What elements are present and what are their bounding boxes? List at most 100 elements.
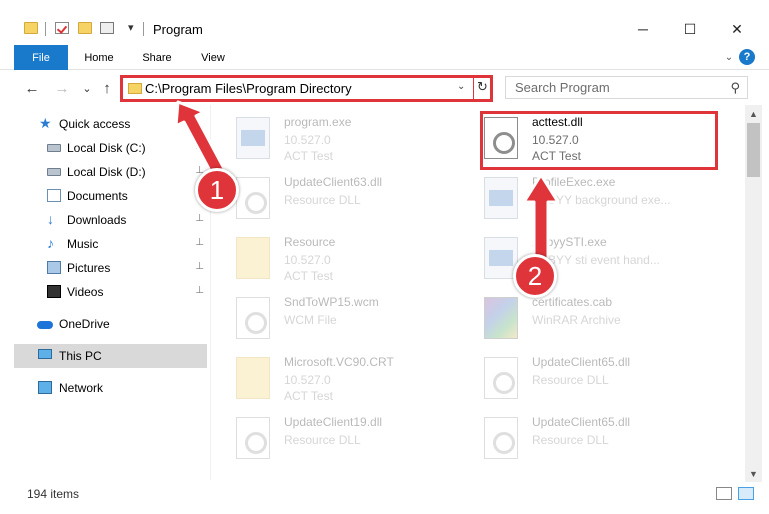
file-tile[interactable]: Microsoft.VC90.CRT 10.527.0 ACT Test (236, 353, 466, 409)
scroll-thumb[interactable] (747, 123, 760, 177)
exe-icon (236, 117, 270, 159)
sidebar-item-onedrive[interactable]: OneDrive (14, 312, 207, 336)
sidebar-item-label: Local Disk (C:) (67, 141, 146, 155)
dll-icon (484, 417, 518, 459)
file-name: UpdateClient63.dll (284, 175, 383, 189)
file-tile[interactable]: UpdateClient63.dll Resource DLL (236, 173, 466, 229)
recent-locations-button[interactable]: ⌄ (76, 77, 98, 99)
file-detail: ACT Test (284, 389, 333, 403)
file-tile[interactable]: program.exe 10.527.0 ACT Test (236, 113, 466, 169)
tab-share[interactable]: Share (132, 45, 182, 70)
sidebar-item-this-pc[interactable]: This PC (14, 344, 207, 368)
sidebar-item-local-disk-c[interactable]: Local Disk (C:) ⊥ (14, 136, 207, 160)
ribbon: File Home Share View ⌄ ? (0, 45, 769, 70)
file-detail: Resource DLL (532, 373, 609, 387)
file-detail: 10.527.0 (284, 253, 331, 267)
up-button[interactable]: ↑ (96, 77, 118, 99)
videos-icon (47, 285, 61, 298)
file-tile[interactable]: UpdateClient65.dll Resource DLL (484, 413, 714, 469)
back-button[interactable]: ← (21, 77, 43, 99)
folder-icon[interactable] (24, 22, 38, 34)
search-input[interactable]: Search Program ⚲ (505, 76, 748, 99)
pin-icon[interactable]: ⊥ (195, 237, 204, 248)
address-bar[interactable]: C:\Program Files\Program Directory ⌄ ↻ (120, 75, 493, 102)
expand-ribbon-icon[interactable]: ⌄ (723, 51, 735, 63)
documents-icon (47, 189, 61, 202)
file-name: AbbyySTI.exe (532, 235, 607, 249)
folder-icon (236, 357, 270, 399)
maximize-button[interactable]: ☐ (667, 14, 713, 44)
sidebar-item-downloads[interactable]: ↓ Downloads ⊥ (14, 208, 207, 232)
window-title: Program (153, 22, 203, 37)
file-detail: WinRAR Archive (532, 313, 621, 327)
sidebar-item-label: OneDrive (59, 317, 110, 331)
file-name: Microsoft.VC90.CRT (284, 355, 394, 369)
new-folder-icon[interactable] (78, 22, 92, 34)
file-detail: ABBYY background exe... (532, 193, 671, 207)
sidebar-item-label: Downloads (67, 213, 127, 227)
highlight-box (480, 111, 718, 170)
sidebar-item-pictures[interactable]: Pictures ⊥ (14, 256, 207, 280)
item-count: 194 items (27, 487, 80, 501)
pin-icon[interactable]: ⊥ (195, 285, 204, 296)
customize-quick-access-icon[interactable] (100, 22, 114, 34)
sidebar-item-videos[interactable]: Videos ⊥ (14, 280, 207, 304)
scroll-down-icon[interactable]: ▼ (745, 465, 762, 482)
tab-view[interactable]: View (188, 45, 238, 70)
file-tile[interactable]: UpdateClient19.dll Resource DLL (236, 413, 466, 469)
file-tile[interactable]: UpdateClient65.dll Resource DLL (484, 353, 714, 409)
minimize-button[interactable]: ─ (620, 14, 666, 44)
sidebar-item-documents[interactable]: Documents ⊥ (14, 184, 207, 208)
pin-icon[interactable]: ⊥ (195, 141, 204, 152)
file-detail: Resource DLL (284, 433, 361, 447)
pictures-icon (47, 261, 61, 274)
file-tile[interactable]: Resource 10.527.0 ACT Test (236, 233, 466, 289)
file-detail: 10.527.0 (284, 373, 331, 387)
computer-icon (38, 349, 52, 359)
sidebar-item-label: Quick access (59, 117, 131, 131)
sidebar-item-music[interactable]: ♪ Music ⊥ (14, 232, 207, 256)
file-detail: Resource DLL (532, 433, 609, 447)
search-icon[interactable]: ⚲ (730, 80, 740, 96)
quick-access-dropdown-icon[interactable]: ▾ (128, 21, 134, 34)
star-icon: ★ (39, 115, 52, 131)
file-detail: 10.527.0 (284, 133, 331, 147)
step-marker-1: 1 (195, 168, 239, 212)
file-name: UpdateClient65.dll (532, 415, 631, 429)
pin-icon[interactable]: ⊥ (195, 213, 204, 224)
pane-divider[interactable] (210, 105, 211, 480)
details-view-icon[interactable] (716, 487, 732, 500)
help-icon[interactable]: ? (739, 49, 755, 65)
sidebar-item-label: Music (67, 237, 99, 251)
sidebar-item-label: Videos (67, 285, 104, 299)
exe-icon (484, 177, 518, 219)
disk-icon (47, 144, 61, 152)
file-detail: ACT Test (284, 269, 333, 283)
sidebar-item-quick-access[interactable]: ★ Quick access (14, 112, 207, 136)
file-tile[interactable]: SndToWP15.wcm WCM File (236, 293, 466, 349)
sidebar-item-network[interactable]: Network (14, 376, 207, 400)
download-icon: ↓ (47, 211, 54, 227)
forward-button[interactable]: → (51, 77, 73, 99)
vertical-scrollbar[interactable]: ▲ ▼ (745, 105, 762, 482)
address-dropdown-icon[interactable]: ⌄ (457, 81, 465, 92)
toolbar-separator (143, 22, 144, 36)
properties-icon[interactable] (55, 22, 69, 34)
sidebar-item-label: Documents (67, 189, 128, 203)
sidebar-item-local-disk-d[interactable]: Local Disk (D:) ⊥ (14, 160, 207, 184)
refresh-icon[interactable]: ↻ (477, 79, 488, 95)
close-button[interactable]: ✕ (714, 14, 760, 44)
pin-icon[interactable]: ⊥ (195, 261, 204, 272)
tab-file[interactable]: File (14, 45, 68, 70)
file-tile[interactable]: certificates.cab WinRAR Archive (484, 293, 714, 349)
sidebar-item-label: This PC (59, 349, 102, 363)
file-tile[interactable]: ProfileExec.exe ABBYY background exe... (484, 173, 714, 229)
step-marker-2: 2 (513, 254, 557, 298)
scroll-up-icon[interactable]: ▲ (745, 105, 762, 122)
address-path[interactable]: C:\Program Files\Program Directory (145, 81, 352, 96)
sidebar-item-label: Network (59, 381, 104, 395)
tab-home[interactable]: Home (74, 45, 124, 70)
tiles-view-icon[interactable] (738, 487, 754, 500)
sidebar-item-label: Local Disk (D:) (67, 165, 146, 179)
music-icon: ♪ (47, 235, 54, 251)
